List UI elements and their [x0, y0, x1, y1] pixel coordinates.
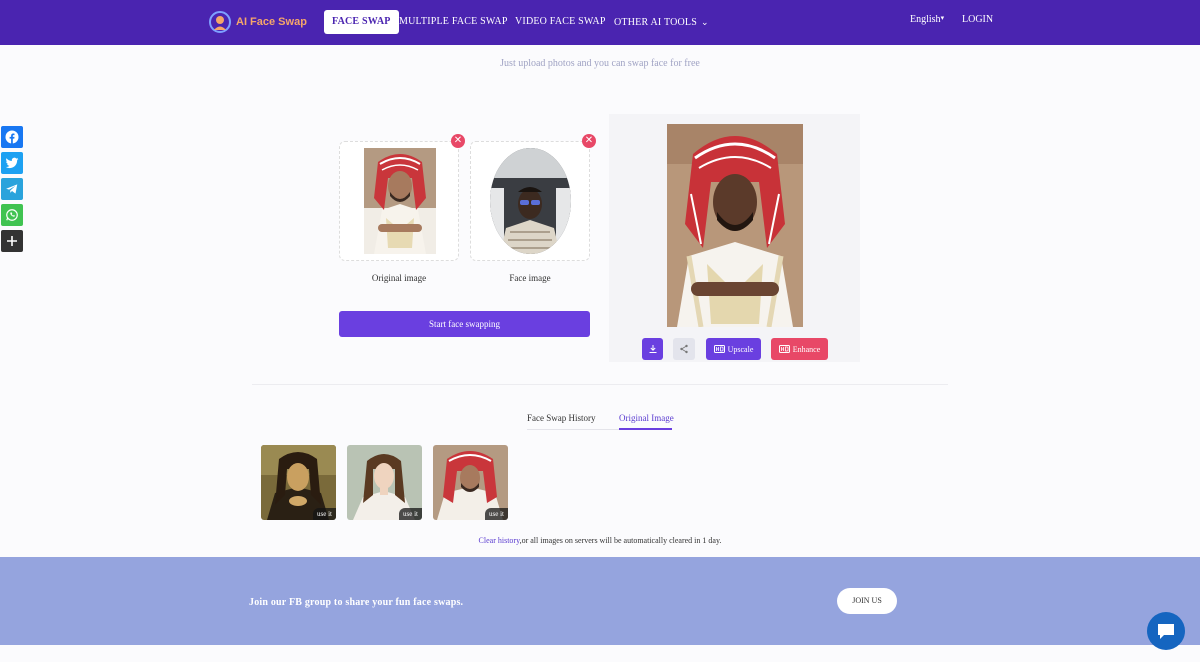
hd-icon — [713, 345, 725, 353]
chat-button[interactable] — [1147, 612, 1185, 650]
logo[interactable]: AI Face Swap — [208, 10, 307, 34]
clear-history-link[interactable]: Clear history — [479, 536, 520, 545]
download-icon — [649, 345, 656, 353]
clear-history-note: Clear history,or all images on servers w… — [0, 536, 1200, 545]
nav-other-ai-tools[interactable]: OTHER AI TOOLS ⌄ — [614, 10, 709, 34]
original-image-preview — [364, 148, 436, 254]
enhance-label: Enhance — [792, 344, 821, 354]
whatsapp-share[interactable] — [1, 204, 23, 226]
thumb-mona-lisa[interactable]: use it — [261, 445, 336, 520]
upscale-button[interactable]: Upscale — [706, 338, 761, 360]
section-divider — [252, 384, 948, 385]
nav-video-face-swap[interactable]: VIDEO FACE SWAP — [515, 10, 606, 34]
language-selector[interactable]: English▾ — [910, 14, 944, 25]
whatsapp-icon — [6, 209, 18, 221]
remove-face-button[interactable]: ✕ — [582, 134, 596, 148]
more-share[interactable] — [1, 230, 23, 252]
use-it-button[interactable]: use it — [399, 508, 422, 520]
tab-original-image[interactable]: Original Image — [619, 413, 674, 423]
active-tab-indicator — [619, 428, 672, 430]
telegram-icon — [6, 184, 18, 194]
fb-group-banner — [0, 557, 1200, 645]
banner-text: Join our FB group to share your fun face… — [249, 597, 464, 608]
enhance-button[interactable]: Enhance — [771, 338, 828, 360]
original-image-upload[interactable] — [339, 141, 459, 261]
share-button[interactable] — [673, 338, 695, 360]
original-image-label: Original image — [371, 273, 427, 283]
nav-multiple-face-swap[interactable]: MULTIPLE FACE SWAP — [399, 10, 508, 34]
remove-original-button[interactable]: ✕ — [451, 134, 465, 148]
logo-text: AI Face Swap — [236, 16, 307, 28]
nav-face-swap[interactable]: FACE SWAP — [324, 10, 399, 34]
top-nav: AI Face Swap FACE SWAP MULTIPLE FACE SWA… — [0, 0, 1200, 45]
chevron-down-icon: ⌄ — [701, 17, 709, 27]
facebook-icon — [5, 130, 19, 144]
hd-icon — [778, 345, 790, 353]
join-us-button[interactable]: JOIN US — [837, 588, 897, 614]
twitter-share[interactable] — [1, 152, 23, 174]
face-image-upload[interactable] — [470, 141, 590, 261]
login-link[interactable]: LOGIN — [962, 14, 993, 25]
plus-icon — [7, 236, 17, 246]
nav-other-ai-tools-label: OTHER AI TOOLS — [614, 17, 697, 28]
chat-icon — [1158, 624, 1174, 639]
thumb-woman-portrait[interactable]: use it — [347, 445, 422, 520]
start-face-swap-button[interactable]: Start face swapping — [339, 311, 590, 337]
logo-icon — [209, 11, 231, 33]
upscale-label: Upscale — [727, 344, 754, 354]
telegram-share[interactable] — [1, 178, 23, 200]
share-icon — [680, 344, 688, 354]
thumb-man-keffiyeh[interactable]: use it — [433, 445, 508, 520]
twitter-icon — [5, 157, 19, 169]
facebook-share[interactable] — [1, 126, 23, 148]
tab-face-swap-history[interactable]: Face Swap History — [527, 413, 596, 423]
caret-down-icon: ▾ — [940, 14, 945, 22]
use-it-button[interactable]: use it — [485, 508, 508, 520]
use-it-button[interactable]: use it — [313, 508, 336, 520]
download-button[interactable] — [642, 338, 663, 360]
result-image — [667, 124, 803, 327]
face-image-preview — [490, 148, 571, 254]
page-subtitle: Just upload photos and you can swap face… — [500, 58, 700, 69]
language-label: English — [910, 14, 941, 25]
face-image-label: Face image — [509, 273, 551, 283]
clear-history-text: ,or all images on servers will be automa… — [519, 536, 722, 545]
